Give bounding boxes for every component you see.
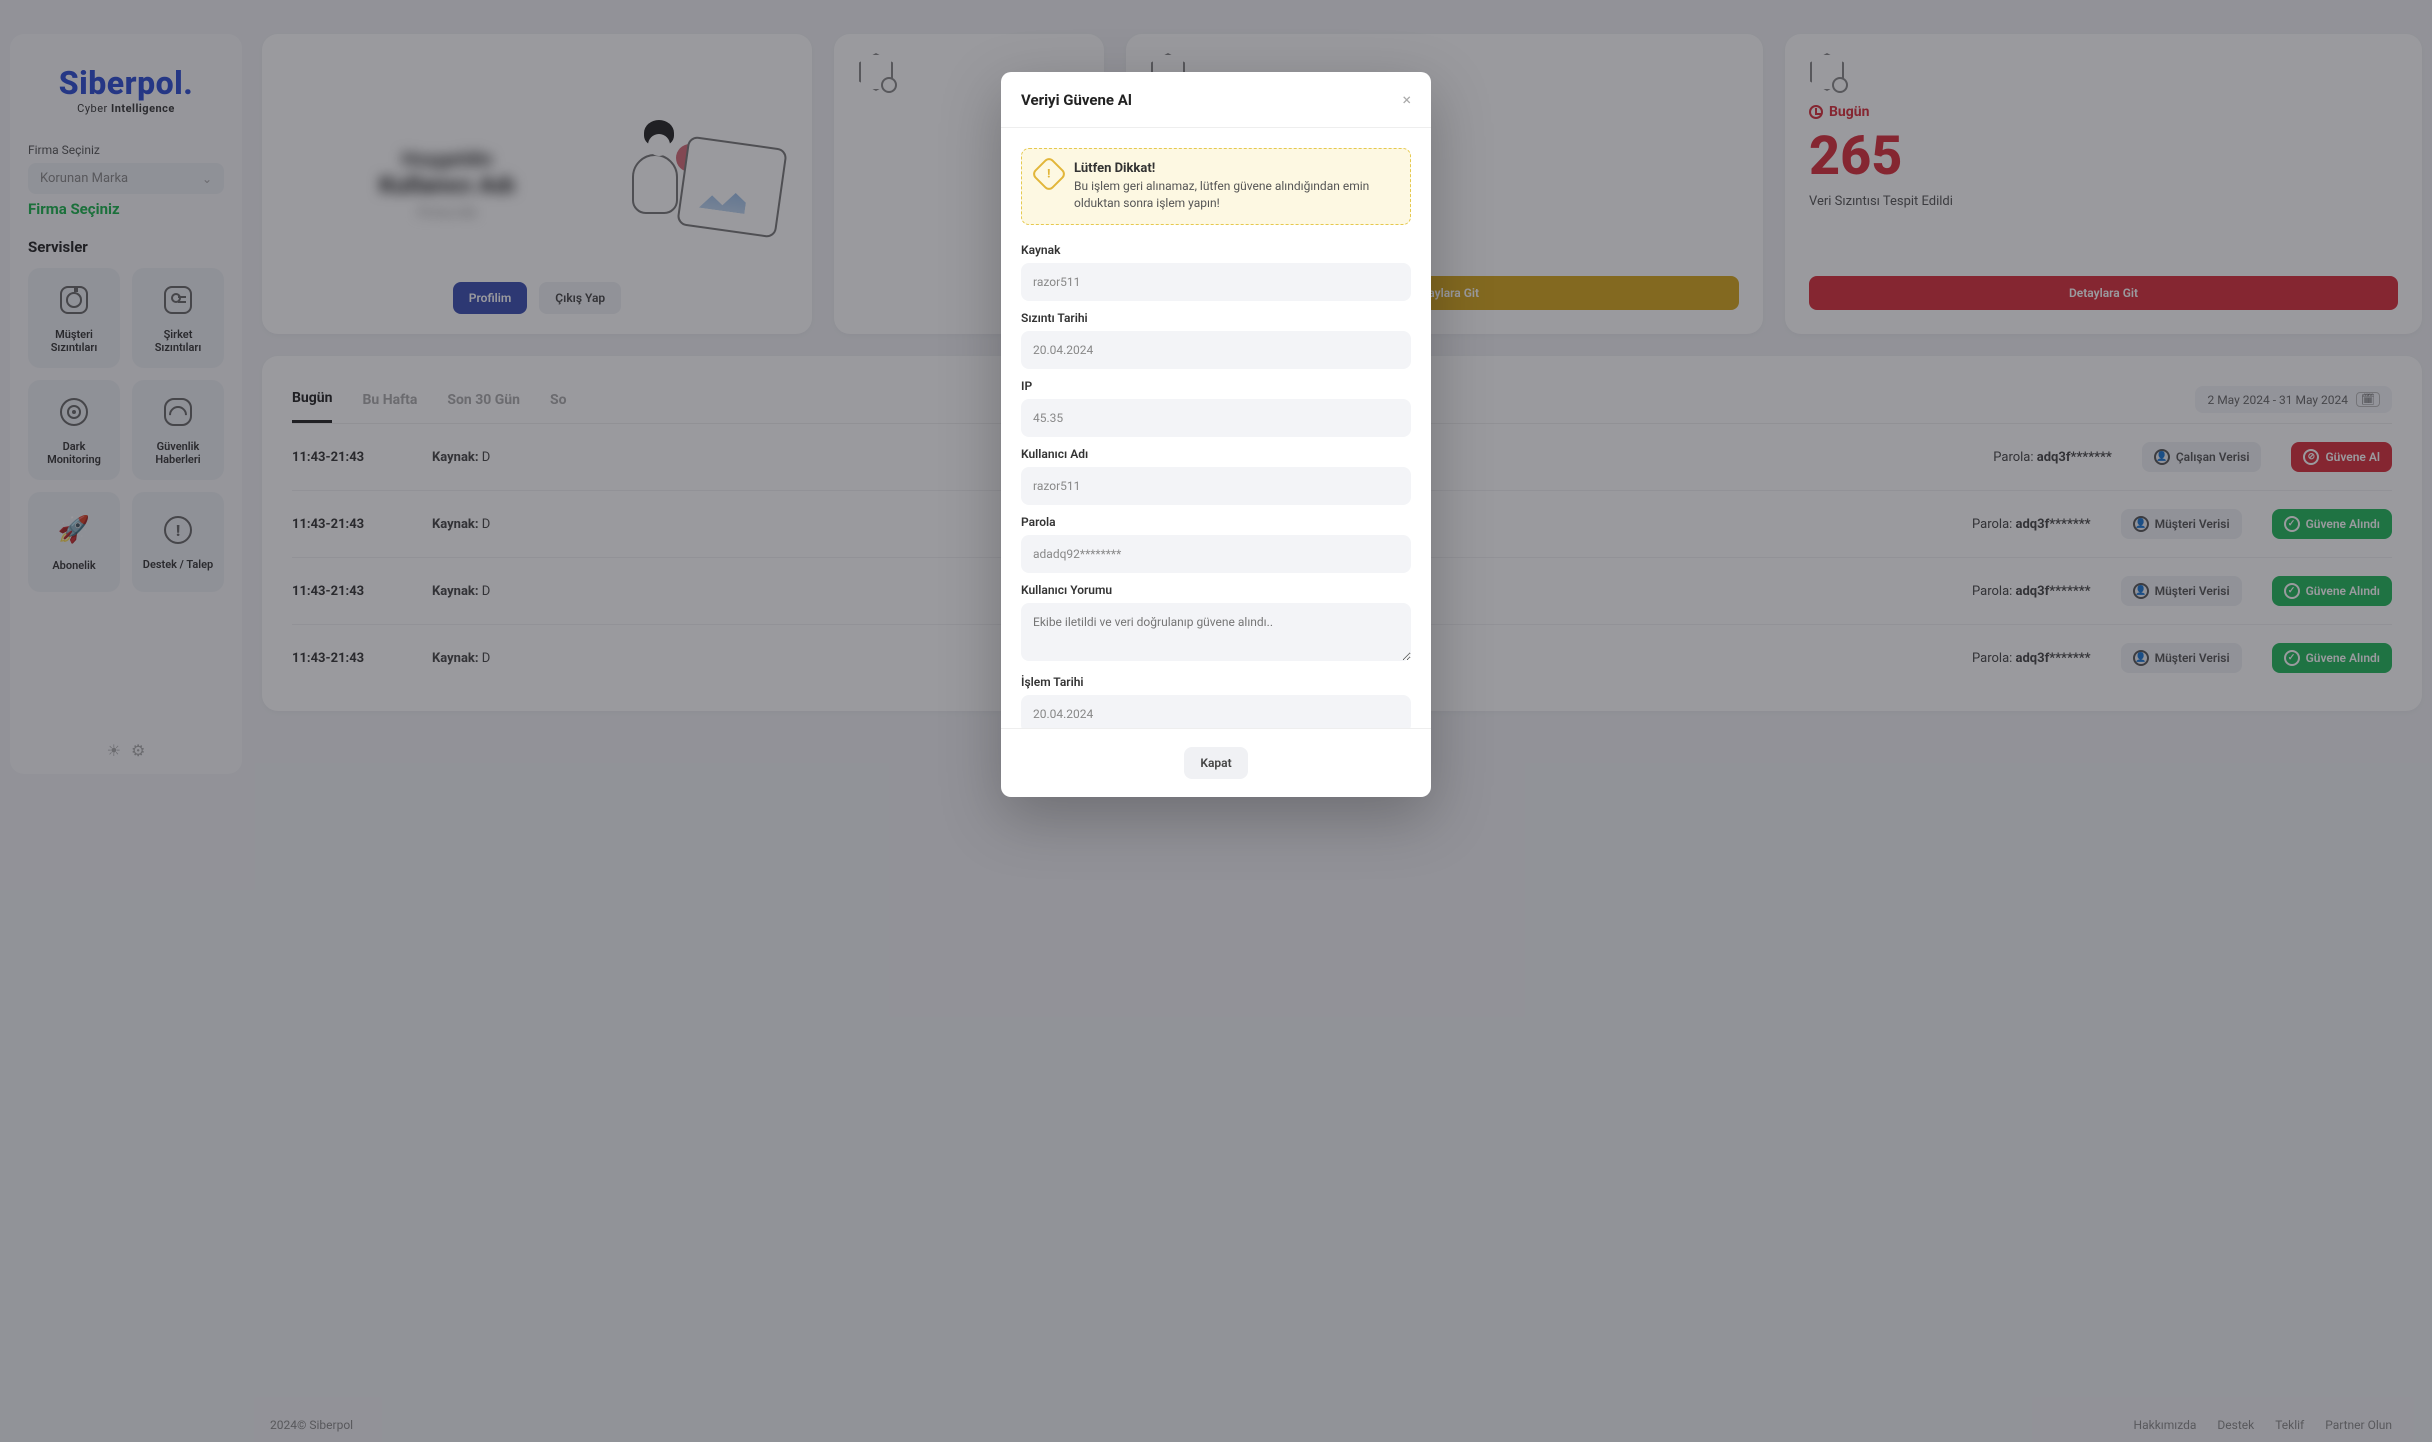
field-label-username: Kullanıcı Adı: [1021, 447, 1411, 461]
field-source[interactable]: [1021, 263, 1411, 301]
field-leakdate[interactable]: [1021, 331, 1411, 369]
field-comment[interactable]: [1021, 603, 1411, 661]
field-label-leakdate: Sızıntı Tarihi: [1021, 311, 1411, 325]
alert-title: Lütfen Dikkat!: [1074, 161, 1396, 176]
field-username[interactable]: [1021, 467, 1411, 505]
field-label-opdate: İşlem Tarihi: [1021, 675, 1411, 689]
field-opdate[interactable]: [1021, 695, 1411, 728]
alert-desc: Bu işlem geri alınamaz, lütfen güvene al…: [1074, 178, 1396, 212]
modal-title: Veriyi Güvene Al: [1021, 91, 1132, 109]
modal-close-button[interactable]: ×: [1402, 90, 1411, 109]
field-label-ip: IP: [1021, 379, 1411, 393]
alert-icon: !: [1031, 156, 1068, 193]
field-label-comment: Kullanıcı Yorumu: [1021, 583, 1411, 597]
field-label-password: Parola: [1021, 515, 1411, 529]
field-label-source: Kaynak: [1021, 243, 1411, 257]
modal-close-footer-button[interactable]: Kapat: [1184, 747, 1247, 779]
field-ip[interactable]: [1021, 399, 1411, 437]
secure-data-modal: Veriyi Güvene Al × ! Lütfen Dikkat! Bu i…: [1001, 72, 1431, 797]
modal-alert: ! Lütfen Dikkat! Bu işlem geri alınamaz,…: [1021, 148, 1411, 225]
field-password[interactable]: [1021, 535, 1411, 573]
